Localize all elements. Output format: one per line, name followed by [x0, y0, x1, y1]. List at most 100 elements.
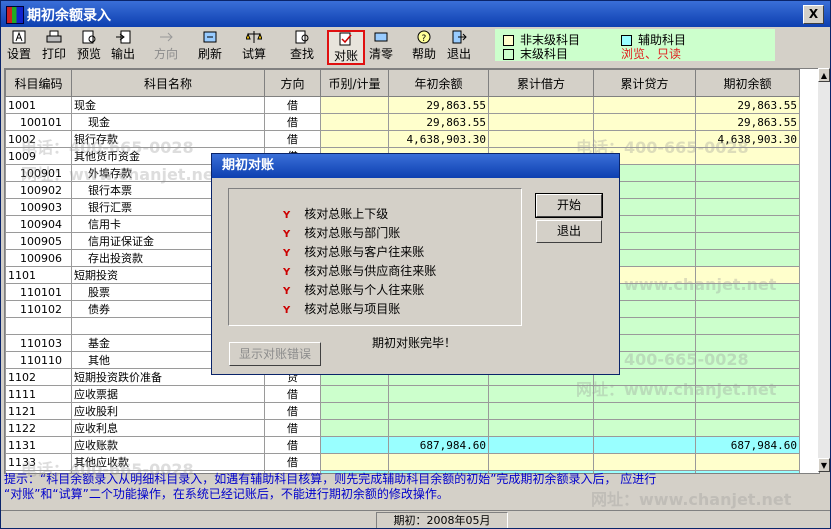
- row-opening[interactable]: [695, 283, 800, 301]
- show-errors-button[interactable]: 显示对账错误: [229, 342, 321, 366]
- col-header-name[interactable]: 科目名称: [71, 69, 265, 97]
- preview-button[interactable]: 预览: [74, 30, 104, 61]
- row-code[interactable]: 1121: [5, 402, 72, 420]
- row-opening[interactable]: [695, 266, 800, 284]
- direction-button[interactable]: 方向: [149, 30, 183, 61]
- row-opening[interactable]: 29,863.55: [695, 113, 800, 131]
- col-header-opening[interactable]: 期初余额: [695, 69, 800, 97]
- row-year-start[interactable]: 687,984.60: [388, 436, 489, 454]
- row-name[interactable]: 应收票据: [71, 385, 265, 403]
- row-debit[interactable]: [488, 419, 594, 437]
- setup-button[interactable]: 设置: [4, 30, 34, 61]
- row-code[interactable]: [5, 317, 72, 335]
- row-direction[interactable]: 借: [264, 130, 321, 148]
- row-name[interactable]: 现金: [71, 113, 265, 131]
- export-button[interactable]: 输出: [108, 30, 138, 61]
- row-opening[interactable]: [695, 215, 800, 233]
- find-button[interactable]: 查找: [287, 30, 317, 61]
- row-code[interactable]: 1131: [5, 436, 72, 454]
- row-currency[interactable]: [320, 96, 389, 114]
- table-row[interactable]: 1131 应收账款借 687,984.60 687,984.60: [5, 436, 800, 454]
- row-year-start[interactable]: 29,863.55: [388, 113, 489, 131]
- col-header-credit[interactable]: 累计贷方: [593, 69, 696, 97]
- row-code[interactable]: 1122: [5, 419, 72, 437]
- row-opening[interactable]: [695, 181, 800, 199]
- scroll-up-icon[interactable]: ▲: [818, 68, 830, 82]
- row-credit[interactable]: [593, 96, 696, 114]
- row-year-start[interactable]: [388, 453, 489, 471]
- row-credit[interactable]: [593, 436, 696, 454]
- row-direction[interactable]: 借: [264, 436, 321, 454]
- col-header-currency[interactable]: 币别/计量: [320, 69, 389, 97]
- row-name[interactable]: 银行存款: [71, 130, 265, 148]
- row-opening[interactable]: 687,984.60: [695, 436, 800, 454]
- row-name[interactable]: 应收账款: [71, 436, 265, 454]
- reconcile-button[interactable]: 对账: [327, 30, 365, 65]
- row-credit[interactable]: [593, 402, 696, 420]
- row-year-start[interactable]: 29,863.55: [388, 96, 489, 114]
- scroll-down-icon[interactable]: ▼: [818, 458, 830, 472]
- vertical-scrollbar[interactable]: ▲ ▼: [818, 68, 830, 472]
- row-debit[interactable]: [488, 113, 594, 131]
- row-opening[interactable]: [695, 164, 800, 182]
- row-direction[interactable]: 借: [264, 96, 321, 114]
- row-code[interactable]: 1002: [5, 130, 72, 148]
- row-name[interactable]: 应收股利: [71, 402, 265, 420]
- row-debit[interactable]: [488, 130, 594, 148]
- row-opening[interactable]: [695, 300, 800, 318]
- row-opening[interactable]: [695, 232, 800, 250]
- row-code[interactable]: 1102: [5, 368, 72, 386]
- row-credit[interactable]: [593, 453, 696, 471]
- print-button[interactable]: 打印: [38, 30, 70, 61]
- trial-balance-button[interactable]: 试算: [238, 30, 270, 61]
- row-code[interactable]: 1001: [5, 96, 72, 114]
- row-code[interactable]: 110102: [5, 300, 72, 318]
- row-year-start[interactable]: [388, 419, 489, 437]
- row-direction[interactable]: 借: [264, 385, 321, 403]
- row-opening[interactable]: [695, 351, 800, 369]
- table-row[interactable]: 1001 现金借 29,863.55 29,863.55: [5, 96, 800, 114]
- col-header-year-start[interactable]: 年初余额: [388, 69, 489, 97]
- table-row[interactable]: 1133 其他应收款借: [5, 453, 800, 471]
- row-code[interactable]: 100903: [5, 198, 72, 216]
- row-opening[interactable]: [695, 317, 800, 335]
- row-opening[interactable]: [695, 453, 800, 471]
- row-direction[interactable]: 借: [264, 402, 321, 420]
- table-row[interactable]: 1121 应收股利借: [5, 402, 800, 420]
- row-credit[interactable]: [593, 419, 696, 437]
- row-credit[interactable]: [593, 385, 696, 403]
- row-code[interactable]: 100901: [5, 164, 72, 182]
- row-currency[interactable]: [320, 419, 389, 437]
- row-opening[interactable]: [695, 419, 800, 437]
- clear-button[interactable]: 清零: [366, 30, 396, 61]
- row-opening[interactable]: 29,863.55: [695, 96, 800, 114]
- row-code[interactable]: 100902: [5, 181, 72, 199]
- row-credit[interactable]: [593, 113, 696, 131]
- row-opening[interactable]: [695, 334, 800, 352]
- row-code[interactable]: 100906: [5, 249, 72, 267]
- row-code[interactable]: 100101: [5, 113, 72, 131]
- row-currency[interactable]: [320, 130, 389, 148]
- row-code[interactable]: 1101: [5, 266, 72, 284]
- row-opening[interactable]: [695, 368, 800, 386]
- row-code[interactable]: 110110: [5, 351, 72, 369]
- table-row[interactable]: 1002 银行存款借 4,638,903.30 4,638,903.30: [5, 130, 800, 148]
- table-row[interactable]: 1122 应收利息借: [5, 419, 800, 437]
- row-currency[interactable]: [320, 436, 389, 454]
- col-header-direction[interactable]: 方向: [264, 69, 321, 97]
- row-opening[interactable]: [695, 402, 800, 420]
- row-debit[interactable]: [488, 96, 594, 114]
- row-code[interactable]: 1111: [5, 385, 72, 403]
- row-opening[interactable]: [695, 249, 800, 267]
- row-opening[interactable]: [695, 147, 800, 165]
- row-debit[interactable]: [488, 385, 594, 403]
- row-opening[interactable]: [695, 198, 800, 216]
- row-credit[interactable]: [593, 130, 696, 148]
- row-code[interactable]: 100905: [5, 232, 72, 250]
- row-currency[interactable]: [320, 453, 389, 471]
- row-code[interactable]: 100904: [5, 215, 72, 233]
- row-name[interactable]: 应收利息: [71, 419, 265, 437]
- row-currency[interactable]: [320, 402, 389, 420]
- row-year-start[interactable]: [388, 385, 489, 403]
- col-header-code[interactable]: 科目编码: [5, 69, 72, 97]
